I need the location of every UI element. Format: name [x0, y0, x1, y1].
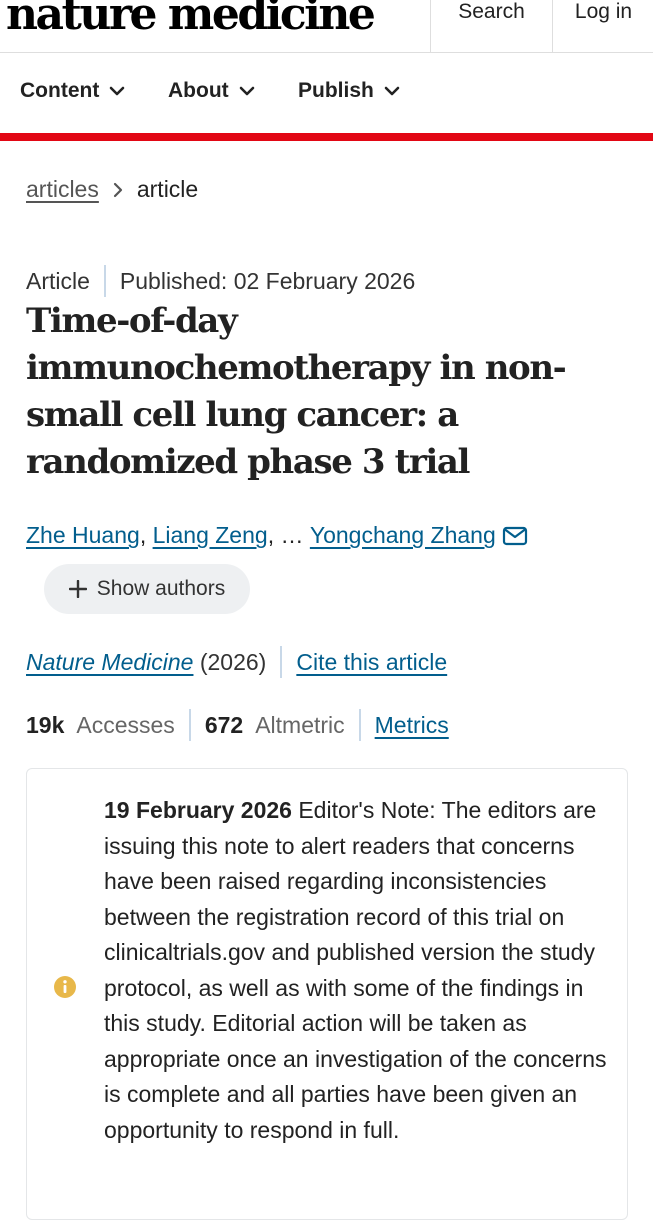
nav-item-label: Content	[20, 79, 100, 102]
nav-item-label: About	[168, 79, 229, 102]
author-separator: ,	[267, 522, 275, 548]
metrics-link[interactable]: Metrics	[375, 712, 449, 739]
breadcrumb-current: article	[136, 176, 199, 202]
article-meta: Article Published: 02 February 2026	[26, 265, 415, 297]
article-metrics: 19k Accesses 672 Altmetric Metrics	[26, 709, 449, 741]
editor-note-text: 19 February 2026 Editor's Note: The edit…	[104, 793, 614, 1148]
editor-note: 19 February 2026 Editor's Note: The edit…	[26, 768, 628, 1220]
nav-item-publish[interactable]: Publish	[298, 79, 400, 103]
nav-item-about[interactable]: About	[168, 79, 255, 103]
search-label: Search	[458, 0, 525, 23]
editor-note-body: Editor's Note: The editors are issuing t…	[104, 797, 607, 1143]
login-button[interactable]: Log in	[552, 0, 653, 52]
chevron-down-icon	[110, 86, 125, 96]
journal-divider	[280, 646, 283, 678]
accesses-count: 19k	[26, 711, 65, 738]
main-nav: Content About Publish	[0, 53, 653, 133]
author-link[interactable]: Liang Zeng	[153, 522, 268, 549]
accent-bar	[0, 133, 653, 141]
mail-icon[interactable]	[502, 526, 528, 546]
meta-divider	[103, 265, 106, 297]
cite-article-link[interactable]: Cite this article	[296, 649, 447, 676]
article-title: Time-of-day immunochemotherapy in non-sm…	[26, 301, 567, 482]
info-icon	[54, 976, 76, 998]
author-ellipsis: …	[280, 522, 304, 548]
metrics-divider	[358, 709, 361, 741]
nav-item-label: Publish	[298, 79, 374, 102]
chevron-down-icon	[384, 86, 400, 96]
author-list: Zhe Huang, Liang Zeng, … Yongchang Zhang	[26, 522, 528, 549]
journal-link[interactable]: Nature Medicine	[26, 649, 193, 676]
chevron-down-icon	[239, 86, 254, 96]
site-logo[interactable]: nature medicine	[6, 0, 376, 42]
published-date: Published: 02 February 2026	[119, 267, 416, 294]
breadcrumb-articles-link[interactable]: articles	[26, 176, 99, 203]
breadcrumb: articles article	[26, 176, 198, 203]
altmetric-score: 672	[204, 711, 244, 738]
show-authors-button[interactable]: Show authors	[44, 564, 250, 614]
site-header: nature medicine Search Log in	[0, 0, 653, 54]
plus-icon	[68, 580, 87, 598]
author-separator: ,	[139, 522, 147, 548]
nav-item-content[interactable]: Content	[20, 79, 125, 103]
metrics-divider	[188, 709, 191, 741]
accesses-label: Accesses	[76, 711, 175, 738]
author-link[interactable]: Yongchang Zhang	[310, 522, 496, 549]
article-type: Article	[26, 267, 90, 294]
journal-year: (2026)	[199, 648, 267, 675]
editor-note-date: 19 February 2026	[104, 797, 292, 823]
altmetric-label: Altmetric	[255, 711, 345, 738]
login-label: Log in	[574, 0, 633, 23]
search-button[interactable]: Search	[430, 0, 552, 52]
journal-info: Nature Medicine (2026) Cite this article	[26, 646, 447, 678]
author-link[interactable]: Zhe Huang	[26, 522, 140, 549]
chevron-right-icon	[113, 182, 122, 197]
show-authors-label: Show authors	[96, 577, 226, 600]
